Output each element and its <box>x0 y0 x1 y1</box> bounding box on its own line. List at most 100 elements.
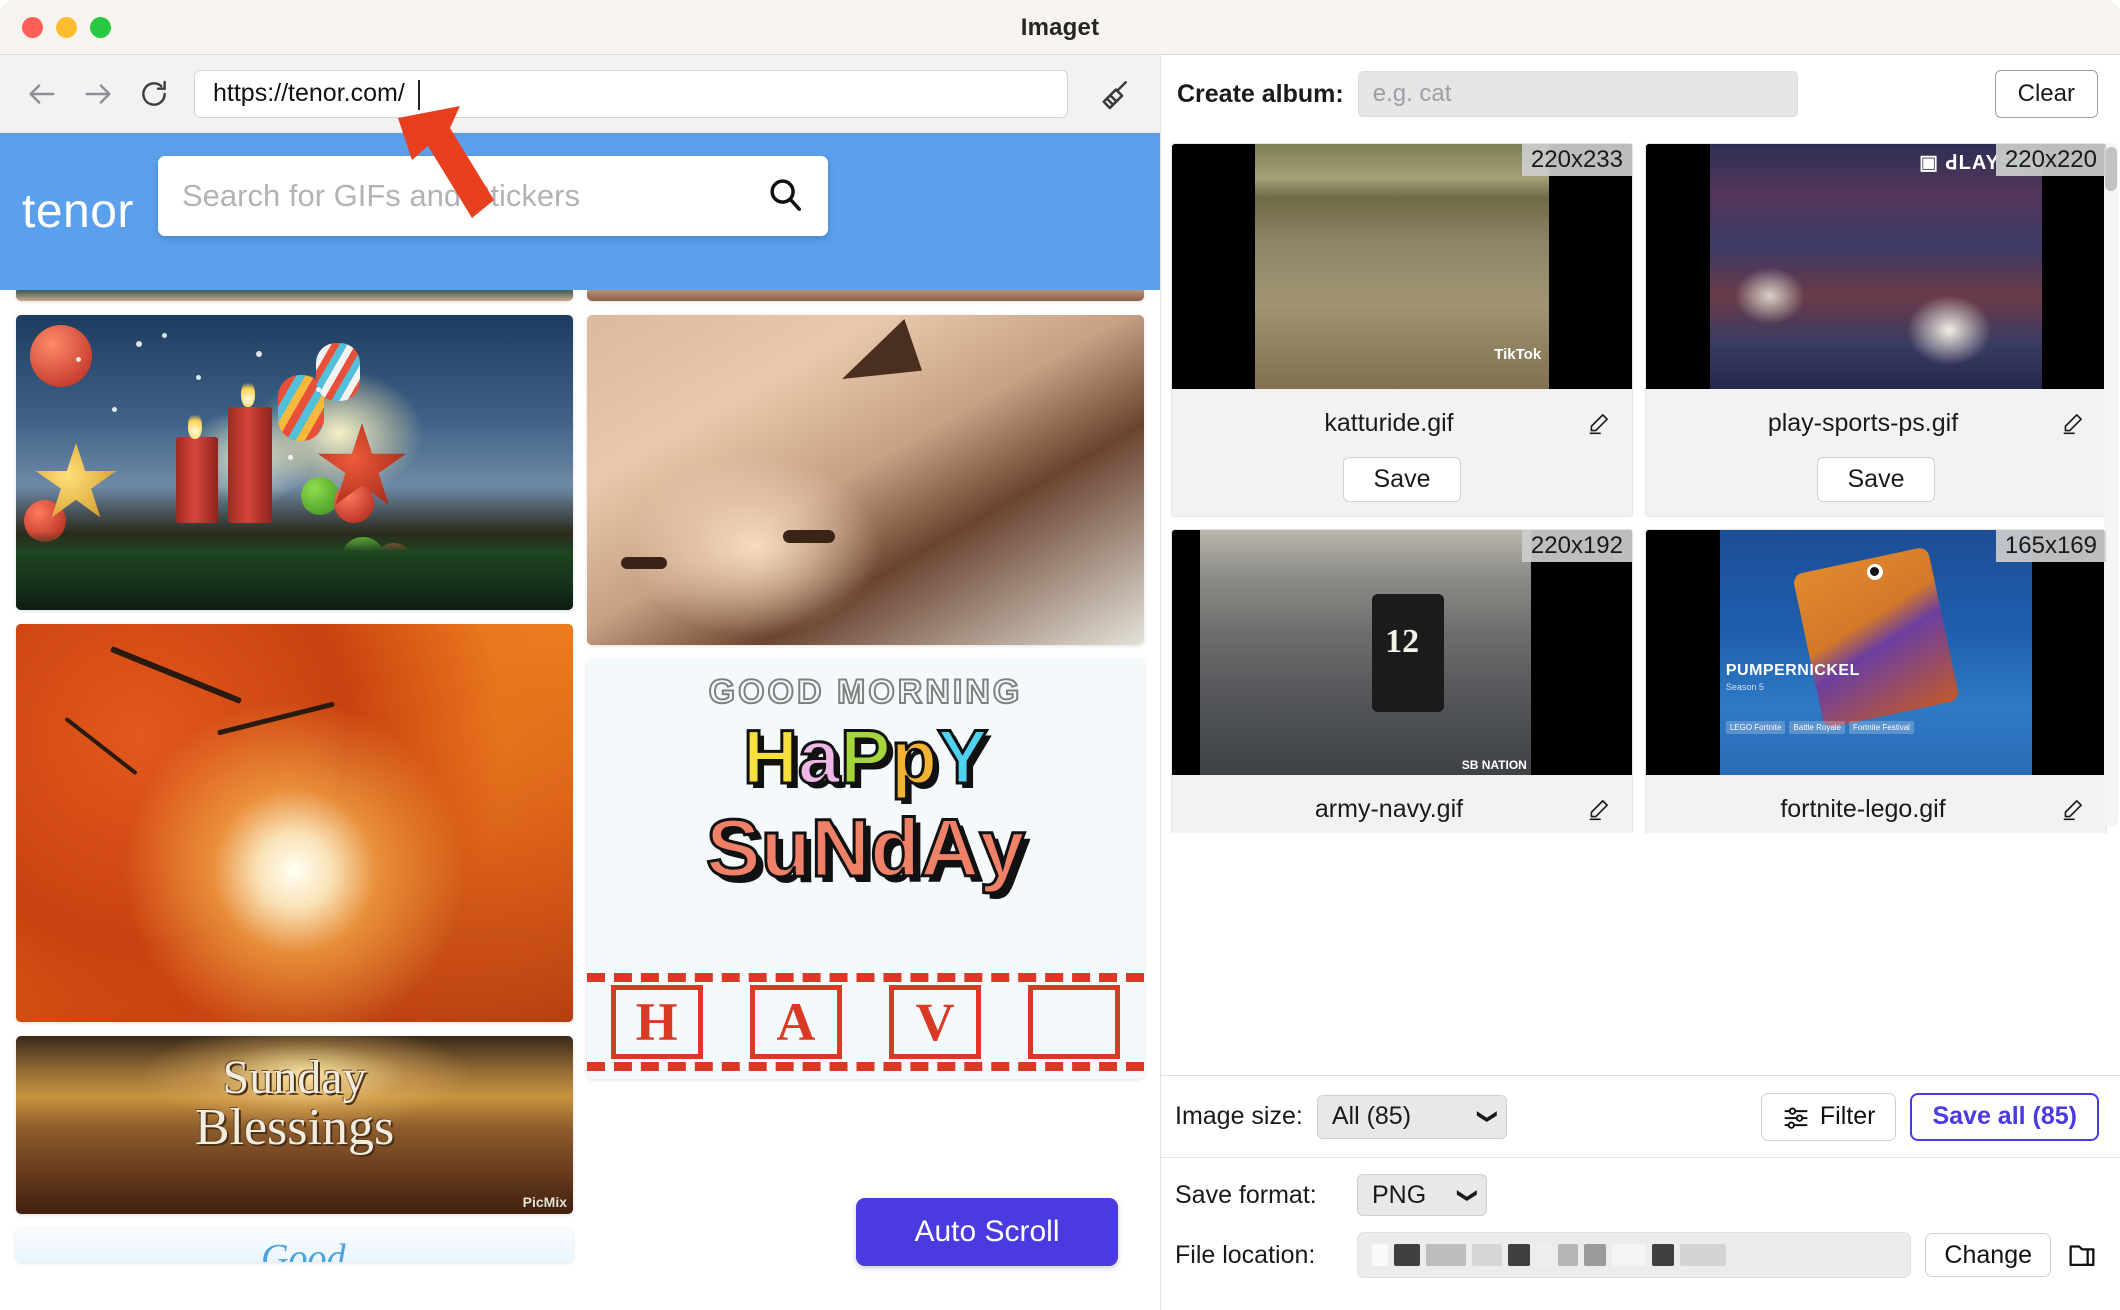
sunday-letter: N <box>809 803 871 895</box>
redacted-block <box>1394 1244 1420 1266</box>
title-bar: Imaget <box>0 0 2120 55</box>
lego-season: Season 5 <box>1725 681 1764 692</box>
thumb-art-army-navy: 12 SB NATION <box>1199 530 1531 775</box>
gif-tile[interactable] <box>16 290 573 301</box>
image-card[interactable]: ▣ ꓒLAYSP● 220x220 play-sports-ps.gif <box>1645 143 2107 517</box>
gif-thumbnail-happy-sunday: GOOD MORNING HaPpY SuNdAy H A V <box>587 659 1144 1079</box>
redacted-block <box>1472 1244 1502 1266</box>
chevron-down-icon: ❮ <box>1455 1186 1478 1204</box>
gif-tile-partial[interactable]: Good <box>16 1228 573 1262</box>
save-format-label: Save format: <box>1175 1180 1317 1209</box>
thumb-art-fortnite-lego: PUMPERNICKEL Season 5 LEGO Fortnite Batt… <box>1719 530 2033 775</box>
image-filename: play-sports-ps.gif <box>1767 408 1959 437</box>
dimensions-badge: 220x192 <box>1521 530 1632 562</box>
image-card[interactable]: 12 SB NATION 220x192 army-navy.gif <box>1171 529 1633 833</box>
browser-toolbar: https://tenor.com/ <box>0 55 1160 133</box>
tenor-logo[interactable]: tenor <box>22 184 134 239</box>
lego-tags: LEGO Fortnite Battle Royale Fortnite Fes… <box>1725 721 1914 735</box>
window-title: Imaget <box>1020 13 1100 41</box>
thumb-art-katturide: TikTok <box>1254 144 1550 389</box>
pencil-icon[interactable] <box>1586 410 1612 436</box>
arrow-right-icon <box>85 83 111 104</box>
image-card-meta: fortnite-lego.gif <box>1646 775 2106 833</box>
happy-letter: H <box>741 715 799 800</box>
image-card-meta: play-sports-ps.gif <box>1646 389 2106 457</box>
broom-icon <box>1102 80 1127 109</box>
album-placeholder: e.g. cat <box>1372 80 1452 107</box>
filmstrip-cell <box>1028 985 1121 1059</box>
good-morning-text: GOOD MORNING <box>708 672 1023 712</box>
save-all-button[interactable]: Save all (85) <box>1910 1092 2099 1141</box>
gif-tile-cat[interactable] <box>587 315 1144 645</box>
save-settings: Save format: PNG ❮ File location: Change <box>1161 1158 2120 1278</box>
redacted-block <box>1612 1244 1646 1266</box>
change-location-button[interactable]: Change <box>1925 1233 2051 1277</box>
back-button[interactable] <box>14 66 70 122</box>
album-name-input[interactable]: e.g. cat <box>1357 71 1798 117</box>
reload-icon <box>142 80 166 106</box>
gif-search-placeholder: Search for GIFs and Stickers <box>182 178 580 213</box>
auto-scroll-button[interactable]: Auto Scroll <box>856 1198 1118 1266</box>
clean-button[interactable] <box>1082 66 1146 122</box>
redacted-block <box>1426 1244 1466 1266</box>
save-row: Save <box>1646 457 2106 516</box>
save-button[interactable]: Save <box>1342 457 1462 502</box>
folder-icon[interactable] <box>2065 1238 2099 1272</box>
gif-tile-happy-sunday[interactable]: GOOD MORNING HaPpY SuNdAy H A V <box>587 659 1144 1079</box>
redacted-block <box>1558 1244 1578 1266</box>
image-thumbnail[interactable]: ▣ ꓒLAYSP● 220x220 <box>1646 144 2106 389</box>
happy-letter: p <box>889 715 938 800</box>
image-filename: fortnite-lego.gif <box>1780 794 1946 823</box>
file-location-label: File location: <box>1175 1240 1316 1269</box>
image-card[interactable]: PUMPERNICKEL Season 5 LEGO Fortnite Batt… <box>1645 529 2107 833</box>
redacted-block <box>1536 1244 1552 1266</box>
image-card[interactable]: TikTok 220x233 katturide.gif Save <box>1171 143 1633 517</box>
clear-button[interactable]: Clear <box>1994 70 2098 118</box>
address-bar-text: https://tenor.com/ <box>213 79 405 107</box>
file-location-input[interactable] <box>1357 1232 1912 1278</box>
redacted-block <box>1508 1244 1530 1266</box>
gif-tile-autumn[interactable] <box>16 624 573 1022</box>
save-row: Save <box>1172 457 1632 516</box>
pencil-icon[interactable] <box>1586 796 1612 822</box>
save-button[interactable]: Save <box>1816 457 1936 502</box>
lego-tag: Battle Royale <box>1789 721 1846 735</box>
gif-search-input[interactable]: Search for GIFs and Stickers <box>158 156 828 236</box>
create-album-label: Create album: <box>1177 79 1344 108</box>
reload-button[interactable] <box>126 66 182 122</box>
gif-tile-sunday-blessings[interactable]: Sunday Blessings PicMix <box>16 1036 573 1214</box>
downloaded-images-grid[interactable]: TikTok 220x233 katturide.gif Save ▣ ꓒLAY… <box>1161 133 2120 833</box>
dimensions-badge: 165x169 <box>1995 530 2106 562</box>
blessings-line1: Sunday <box>222 1051 367 1104</box>
happy-letter: P <box>839 715 893 800</box>
size-filter-row: Image size: All (85) ❮ Filter Save all (… <box>1161 1076 2120 1158</box>
filter-button[interactable]: Filter <box>1760 1092 1897 1141</box>
address-bar[interactable]: https://tenor.com/ <box>194 69 1068 118</box>
gif-tile-christmas[interactable] <box>16 315 573 610</box>
image-size-select[interactable]: All (85) ❮ <box>1316 1094 1507 1139</box>
gif-thumbnail-partial: Good <box>16 1228 573 1262</box>
save-format-select[interactable]: PNG ❮ <box>1357 1174 1487 1216</box>
panel-scrollbar-thumb[interactable] <box>2105 147 2117 191</box>
pencil-icon[interactable] <box>2060 796 2086 822</box>
imaget-side-panel: Create album: e.g. cat Clear TikTok 220x… <box>1160 55 2120 1310</box>
lego-tag: LEGO Fortnite <box>1725 721 1786 735</box>
image-thumbnail[interactable]: PUMPERNICKEL Season 5 LEGO Fortnite Batt… <box>1646 530 2106 775</box>
imaget-window: Imaget https://tenor.com/ tenor Search f… <box>0 0 2120 1310</box>
image-thumbnail[interactable]: 12 SB NATION 220x192 <box>1172 530 1632 775</box>
image-size-label: Image size: <box>1175 1102 1303 1130</box>
panel-header: Create album: e.g. cat Clear <box>1161 55 2120 133</box>
save-format-value: PNG <box>1372 1180 1427 1209</box>
pencil-icon[interactable] <box>2060 410 2086 436</box>
gif-thumbnail <box>587 290 1144 301</box>
forward-button[interactable] <box>70 66 126 122</box>
filmstrip-cell: H <box>610 985 703 1059</box>
dimensions-badge: 220x233 <box>1521 144 1632 176</box>
script-text: Good <box>261 1237 346 1262</box>
panel-scrollbar-track[interactable] <box>2104 143 2118 827</box>
gif-tile[interactable] <box>587 290 1144 301</box>
search-icon[interactable] <box>766 175 804 218</box>
image-thumbnail[interactable]: TikTok 220x233 <box>1172 144 1632 389</box>
sunday-word: SuNdAy <box>587 803 1144 895</box>
happy-letter: a <box>796 715 841 800</box>
